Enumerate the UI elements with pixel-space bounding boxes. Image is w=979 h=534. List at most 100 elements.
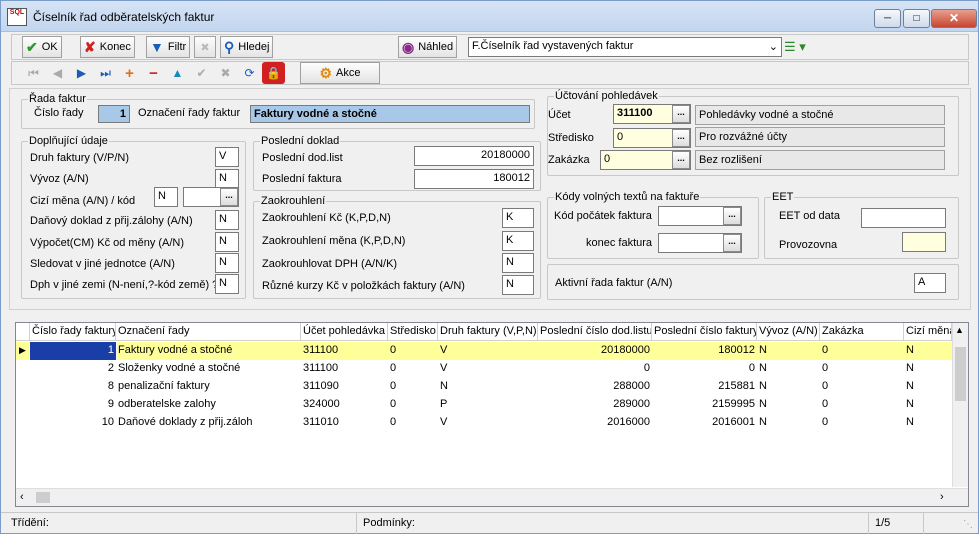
delete-record-icon[interactable]: − (142, 62, 165, 84)
scroll-thumb[interactable] (955, 347, 966, 401)
grid-cell[interactable]: 0 (820, 360, 904, 378)
grid-cell[interactable]: V (438, 360, 538, 378)
grid-cell[interactable]: 2016001 (652, 414, 757, 432)
grid-cell[interactable]: 311010 (301, 414, 388, 432)
dph-zeme-field[interactable]: N (215, 274, 239, 294)
konec-button[interactable]: ✘ Konec (80, 36, 135, 58)
resize-grip-icon[interactable]: ⋱ (963, 519, 973, 530)
grid-cell[interactable]: 20180000 (538, 342, 652, 360)
grid-cell[interactable]: N (757, 396, 820, 414)
title-bar[interactable]: SQL Číselník řad odběratelských faktur ─… (1, 1, 978, 32)
column-header[interactable]: Číslo řady faktury (30, 323, 116, 341)
next-record-icon[interactable]: ▶ (70, 62, 93, 84)
maximize-button[interactable]: □ (903, 9, 930, 28)
edit-record-icon[interactable]: ▲ (166, 62, 189, 84)
grid-cell[interactable]: 215881 (652, 378, 757, 396)
grid-cell[interactable]: 289000 (538, 396, 652, 414)
grid-cell[interactable]: 0 (388, 414, 438, 432)
column-header[interactable]: Středisko (388, 323, 438, 341)
grid-cell[interactable]: N (757, 360, 820, 378)
grid-cell[interactable]: 0 (652, 360, 757, 378)
grid-cell[interactable]: 0 (388, 342, 438, 360)
akce-button[interactable]: ⚙ Akce (300, 62, 380, 84)
grid-cell[interactable]: 311100 (301, 342, 388, 360)
grid-cell[interactable]: 2159995 (652, 396, 757, 414)
eet-od-field[interactable] (861, 208, 946, 228)
ucet-lookup-button[interactable]: ... (672, 105, 690, 123)
druh-field[interactable]: V (215, 147, 239, 167)
grid-cell[interactable]: N (904, 342, 952, 360)
minimize-button[interactable]: ─ (874, 9, 901, 28)
close-button[interactable]: ✕ (931, 9, 977, 28)
refresh-icon[interactable]: ⟳ (238, 62, 261, 84)
column-header[interactable]: Zakázka (820, 323, 904, 341)
column-header[interactable]: Poslední číslo faktury (652, 323, 757, 341)
add-record-icon[interactable]: + (118, 62, 141, 84)
grid-cell[interactable]: 311090 (301, 378, 388, 396)
grid-cell[interactable]: 0 (388, 360, 438, 378)
vypocet-field[interactable]: N (215, 232, 239, 252)
last-record-icon[interactable]: ⏭ (94, 62, 117, 84)
ruzne-kurzy-field[interactable]: N (502, 275, 534, 295)
grid-cell[interactable]: Daňové doklady z přij.záloh (116, 414, 301, 432)
column-header[interactable]: Druh faktury (V,P,N) (438, 323, 538, 341)
grid-cell[interactable]: 0 (388, 396, 438, 414)
zaokrouhleni-kc-field[interactable]: K (502, 208, 534, 228)
nahled-button[interactable]: ◉ Náhled (398, 36, 458, 58)
grid-cell[interactable]: 288000 (538, 378, 652, 396)
filtr-button[interactable]: ▼ Filtr (146, 36, 191, 58)
column-header[interactable]: Označení řady (116, 323, 301, 341)
column-header[interactable]: Účet pohledávka (301, 323, 388, 341)
cislo-rady-field[interactable]: 1 (98, 105, 130, 123)
grid-cell[interactable]: N (904, 414, 952, 432)
grid-cell[interactable]: 0 (820, 396, 904, 414)
cizi-kod-lookup-button[interactable]: ... (220, 188, 238, 206)
column-header[interactable]: Poslední číslo dod.listu (538, 323, 652, 341)
grid-cell[interactable]: 0 (388, 378, 438, 396)
posledni-dodlist-field[interactable]: 20180000 (414, 146, 534, 166)
sledovat-field[interactable]: N (215, 253, 239, 273)
kod-konec-lookup-button[interactable]: ... (723, 234, 741, 252)
kod-pocatek-lookup-button[interactable]: ... (723, 207, 741, 225)
first-record-icon[interactable]: ⏮ (22, 62, 45, 84)
grid-cell[interactable]: V (438, 414, 538, 432)
grid-cell[interactable]: N (438, 378, 538, 396)
grid-cell[interactable]: 1 (29, 341, 117, 361)
data-grid[interactable]: Číslo řady faktury Označení řady Účet po… (15, 322, 969, 507)
posledni-faktura-field[interactable]: 180012 (414, 169, 534, 189)
grid-cell[interactable]: 9 (30, 396, 116, 414)
grid-cell[interactable]: N (757, 342, 820, 360)
grid-cell[interactable]: N (757, 378, 820, 396)
zaokrouhleni-mena-field[interactable]: K (502, 231, 534, 251)
list-menu-icon[interactable]: ☰ ▾ (784, 39, 806, 55)
danovy-field[interactable]: N (215, 210, 239, 230)
zaokrouhleni-dph-field[interactable]: N (502, 253, 534, 273)
grid-cell[interactable]: P (438, 396, 538, 414)
grid-cell[interactable]: N (904, 396, 952, 414)
hscroll-thumb[interactable] (36, 492, 50, 503)
column-header[interactable]: Vývoz (A/N) (757, 323, 820, 341)
stredisko-lookup-button[interactable]: ... (672, 129, 690, 147)
grid-cell[interactable]: 2 (30, 360, 116, 378)
grid-cell[interactable]: 180012 (652, 342, 757, 360)
grid-select-all[interactable] (16, 323, 30, 341)
grid-cell[interactable]: penalizační faktury (116, 378, 301, 396)
ok-button[interactable]: ✔ OK (22, 36, 62, 58)
hledej-button[interactable]: ⚲ Hledej (220, 36, 274, 58)
grid-cell[interactable]: 8 (30, 378, 116, 396)
grid-cell[interactable]: N (904, 378, 952, 396)
grid-cell[interactable]: Složenky vodné a stočné (116, 360, 301, 378)
horizontal-scrollbar[interactable]: ‹ › (16, 488, 968, 506)
aktivni-field[interactable]: A (914, 273, 946, 293)
lock-icon[interactable]: 🔒 (262, 62, 285, 84)
report-select[interactable]: F.Číselník řad vystavených faktur ⌄ (468, 37, 782, 57)
grid-cell[interactable]: 10 (30, 414, 116, 432)
grid-cell[interactable]: 0 (820, 414, 904, 432)
grid-cell[interactable]: 0 (538, 360, 652, 378)
grid-cell[interactable]: 0 (820, 342, 904, 360)
clear-filter-button[interactable]: ✖ (194, 36, 216, 58)
vyvoz-field[interactable]: N (215, 169, 239, 189)
oznaceni-field[interactable]: Faktury vodné a stočné (250, 105, 530, 123)
grid-cell[interactable]: 0 (820, 378, 904, 396)
grid-cell[interactable]: odberatelske zalohy (116, 396, 301, 414)
